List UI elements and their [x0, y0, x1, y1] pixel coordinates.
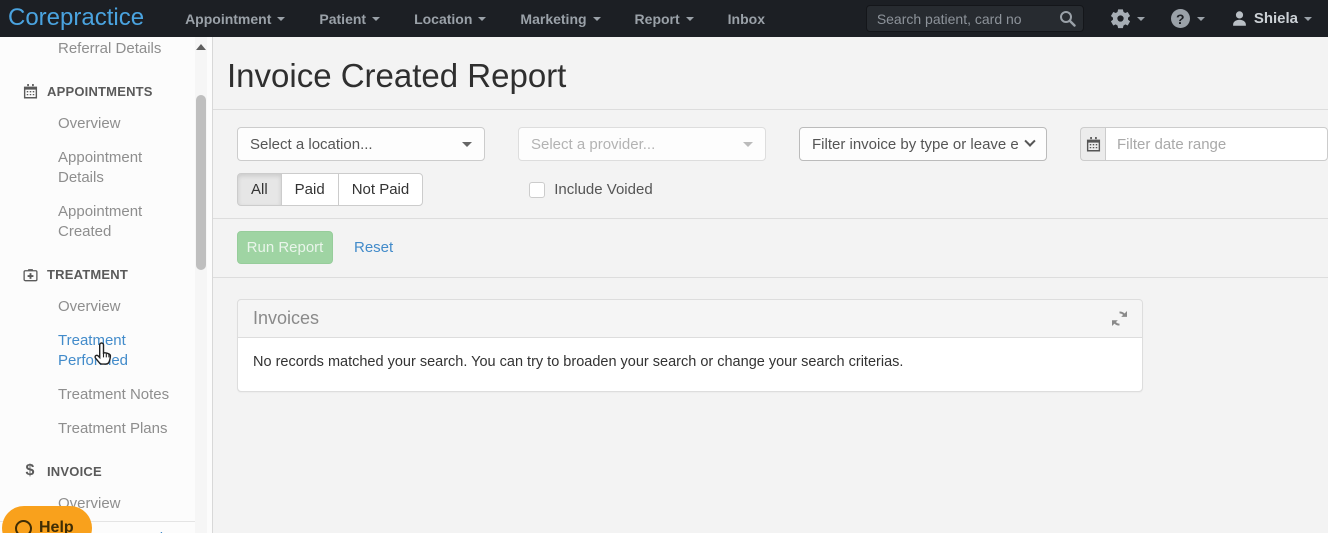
question-circle-icon: ? — [1170, 9, 1190, 28]
chevron-down-icon — [372, 16, 381, 21]
sidebar-item-treatment-overview[interactable]: Overview — [0, 290, 195, 324]
sidebar-scroll-area: Referral Details APPOINTMENTS Overview A… — [0, 37, 195, 533]
menu-appointment[interactable]: Appointment — [168, 0, 302, 37]
sidebar-scrollbar-track[interactable] — [195, 37, 207, 533]
medkit-icon — [22, 266, 38, 282]
app-window: Corepractice Appointment Patient Locatio… — [0, 0, 1328, 533]
run-report-button[interactable]: Run Report — [237, 231, 333, 264]
chevron-down-icon — [1024, 135, 1036, 147]
caret-down-icon — [743, 141, 753, 147]
menu-location[interactable]: Location — [397, 0, 503, 37]
calendar-icon[interactable] — [1080, 127, 1105, 161]
include-voided-control: Include Voided — [529, 181, 653, 198]
menu-inbox[interactable]: Inbox — [711, 0, 782, 37]
search-icon[interactable] — [1059, 10, 1076, 27]
sidebar-section-title: APPOINTMENTS — [47, 83, 153, 99]
sidebar-scrollbar-thumb[interactable] — [196, 95, 206, 270]
status-all-button[interactable]: All — [237, 173, 282, 206]
menu-report-label: Report — [634, 10, 680, 27]
sidebar-item-treatment-performed[interactable]: Treatment Performed — [0, 324, 150, 378]
chevron-down-icon — [277, 16, 286, 21]
patient-search — [865, 5, 1084, 32]
main-menu: Appointment Patient Location Marketing R… — [168, 0, 782, 37]
sidebar-item-appointment-created[interactable]: Appointment Created — [0, 195, 150, 249]
report-sidebar: Referral Details APPOINTMENTS Overview A… — [0, 37, 213, 533]
status-paid-button[interactable]: Paid — [280, 173, 339, 206]
help-beacon-label: Help — [39, 519, 74, 533]
sidebar-item-appointment-details[interactable]: Appointment Details — [0, 141, 150, 195]
user-menu[interactable]: Shiela — [1231, 10, 1312, 27]
chevron-down-icon — [592, 16, 601, 21]
actions-divider — [213, 277, 1328, 278]
include-voided-label: Include Voided — [554, 181, 653, 198]
sidebar-section-treatment: TREATMENT — [0, 249, 195, 290]
menu-location-label: Location — [414, 10, 473, 27]
chevron-down-icon — [478, 16, 487, 21]
menu-marketing-label: Marketing — [520, 10, 587, 27]
menu-inbox-label: Inbox — [727, 10, 766, 27]
status-button-group: All Paid Not Paid — [237, 173, 424, 206]
caret-down-icon — [462, 141, 472, 147]
top-navbar: Corepractice Appointment Patient Locatio… — [0, 0, 1328, 37]
dollar-icon: $ — [22, 463, 38, 479]
settings-menu[interactable] — [1110, 8, 1145, 29]
report-filters: Select a location... Select a provider..… — [237, 127, 1328, 206]
menu-patient[interactable]: Patient — [302, 0, 397, 37]
run-report-row: Run Report Reset — [237, 231, 1328, 264]
calendar-icon — [22, 83, 38, 99]
invoices-empty-message: No records matched your search. You can … — [238, 337, 1142, 391]
status-not-paid-button[interactable]: Not Paid — [337, 173, 424, 206]
sidebar-item-referral-details[interactable]: Referral Details — [0, 37, 195, 66]
sidebar-section-invoice: $ INVOICE — [0, 446, 195, 487]
chevron-down-icon — [1304, 16, 1312, 21]
search-input[interactable] — [865, 5, 1084, 32]
chevron-down-icon — [685, 16, 694, 21]
menu-report[interactable]: Report — [618, 0, 711, 37]
sidebar-section-appointments: APPOINTMENTS — [0, 66, 195, 107]
provider-select-value: Select a provider... — [531, 135, 656, 153]
refresh-icon[interactable] — [1112, 311, 1127, 326]
invoice-type-select-value: Filter invoice by type or leave empty — [812, 135, 1018, 153]
help-circle-icon — [15, 519, 32, 533]
reset-link[interactable]: Reset — [354, 239, 393, 256]
menu-marketing[interactable]: Marketing — [503, 0, 617, 37]
dollar-glyph: $ — [25, 462, 35, 479]
invoices-panel: Invoices No records matched your search.… — [237, 299, 1143, 392]
sidebar-item-treatment-plans[interactable]: Treatment Plans — [0, 412, 195, 446]
help-beacon-button[interactable]: Help — [2, 506, 92, 533]
invoices-panel-title: Invoices — [253, 308, 320, 328]
sidebar-section-title: INVOICE — [47, 463, 102, 479]
invoice-type-select[interactable]: Filter invoice by type or leave empty — [799, 127, 1047, 161]
title-divider — [213, 109, 1328, 110]
brand-logo[interactable]: Corepractice — [0, 4, 154, 34]
location-select-value: Select a location... — [250, 135, 373, 153]
help-menu[interactable]: ? — [1170, 9, 1205, 28]
filters-divider — [213, 218, 1328, 219]
include-voided-checkbox[interactable] — [529, 181, 546, 198]
user-name: Shiela — [1253, 10, 1298, 27]
page-title: Invoice Created Report — [227, 57, 567, 94]
gear-icon — [1110, 8, 1131, 29]
sidebar-item-appointments-overview[interactable]: Overview — [0, 107, 195, 141]
main-content: Invoice Created Report Select a location… — [213, 37, 1328, 533]
filter-row-1: Select a location... Select a provider..… — [237, 127, 1328, 161]
chevron-down-icon — [1196, 16, 1205, 21]
navbar-right-group: ? Shiela — [865, 5, 1328, 32]
provider-select[interactable]: Select a provider... — [518, 127, 766, 161]
user-icon — [1231, 10, 1248, 27]
menu-appointment-label: Appointment — [185, 10, 272, 27]
menu-patient-label: Patient — [319, 10, 367, 27]
date-range-input[interactable] — [1105, 127, 1328, 161]
location-select[interactable]: Select a location... — [237, 127, 485, 161]
filter-row-2: All Paid Not Paid Include Voided — [237, 173, 1328, 206]
date-range-group — [1080, 127, 1328, 161]
chevron-down-icon — [1136, 16, 1145, 21]
sidebar-section-title: TREATMENT — [47, 266, 128, 282]
sidebar-item-treatment-notes[interactable]: Treatment Notes — [0, 378, 195, 412]
scrollbar-up-arrow[interactable] — [196, 44, 206, 50]
invoices-panel-heading: Invoices — [238, 300, 1142, 337]
